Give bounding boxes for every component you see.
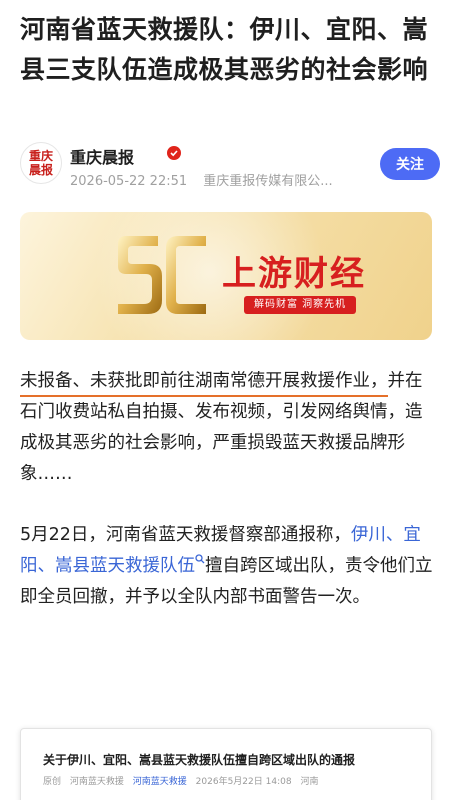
notice-account[interactable]: 河南蓝天救援 — [133, 777, 187, 787]
sc-logo-icon — [118, 236, 206, 314]
publish-datetime: 2026-05-22 22:51 — [70, 174, 188, 189]
highlighted-text: 未报备、未获批即前往湖南常德开展救援作业， — [20, 371, 388, 397]
paragraph-1: 未报备、未获批即前往湖南常德开展救援作业，并在石门收费站私自拍摄、发布视频，引发… — [20, 366, 434, 490]
author-row: 重庆 晨报 重庆晨报 2026-05-22 22:51 重庆重报传媒有限公...… — [20, 142, 440, 192]
article-page: 河南省蓝天救援队：伊川、宜阳、嵩县三支队伍造成极其恶劣的社会影响 重庆 晨报 重… — [0, 0, 451, 800]
ad-banner[interactable]: 上游财经 解码财富 洞察先机 — [20, 212, 432, 340]
notice-location: 河南 — [300, 777, 319, 787]
notice-org: 河南蓝天救援 — [69, 777, 124, 787]
notice-card[interactable]: 关于伊川、宜阳、嵩县蓝天救援队伍擅自跨区域出队的通报 原创 河南蓝天救援 河南蓝… — [20, 728, 432, 800]
avatar[interactable]: 重庆 晨报 — [20, 142, 62, 184]
banner-slogan: 解码财富 洞察先机 — [244, 296, 357, 314]
notice-meta: 原创 河南蓝天救援 河南蓝天救援 2026年5月22日 14:08 河南 — [43, 774, 324, 787]
source-name[interactable]: 重庆晨报 — [70, 144, 134, 168]
notice-tag: 原创 — [43, 777, 62, 787]
banner-brand: 上游财经 — [222, 254, 366, 294]
notice-title: 关于伊川、宜阳、嵩县蓝天救援队伍擅自跨区域出队的通报 — [43, 753, 356, 767]
search-icon[interactable] — [195, 554, 205, 564]
paragraph-2: 5月22日，河南省蓝天救援督察部通报称，伊川、宜阳、嵩县蓝天救援队伍 擅自跨区域出… — [20, 520, 434, 613]
avatar-text-2: 晨报 — [28, 163, 53, 177]
avatar-seal: 重庆 晨报 — [25, 147, 57, 179]
follow-button[interactable]: 关注 — [380, 148, 440, 180]
publisher-name: 重庆重报传媒有限公... — [203, 174, 333, 189]
author-meta: 2026-05-22 22:51 重庆重报传媒有限公... — [70, 170, 333, 189]
avatar-text-1: 重庆 — [28, 149, 53, 163]
paragraph-2-lead: 5月22日，河南省蓝天救援督察部通报称， — [20, 525, 351, 545]
notice-date: 2026年5月22日 14:08 — [195, 777, 292, 787]
verified-icon — [167, 146, 181, 160]
article-title: 河南省蓝天救援队：伊川、宜阳、嵩县三支队伍造成极其恶劣的社会影响 — [20, 15, 429, 84]
